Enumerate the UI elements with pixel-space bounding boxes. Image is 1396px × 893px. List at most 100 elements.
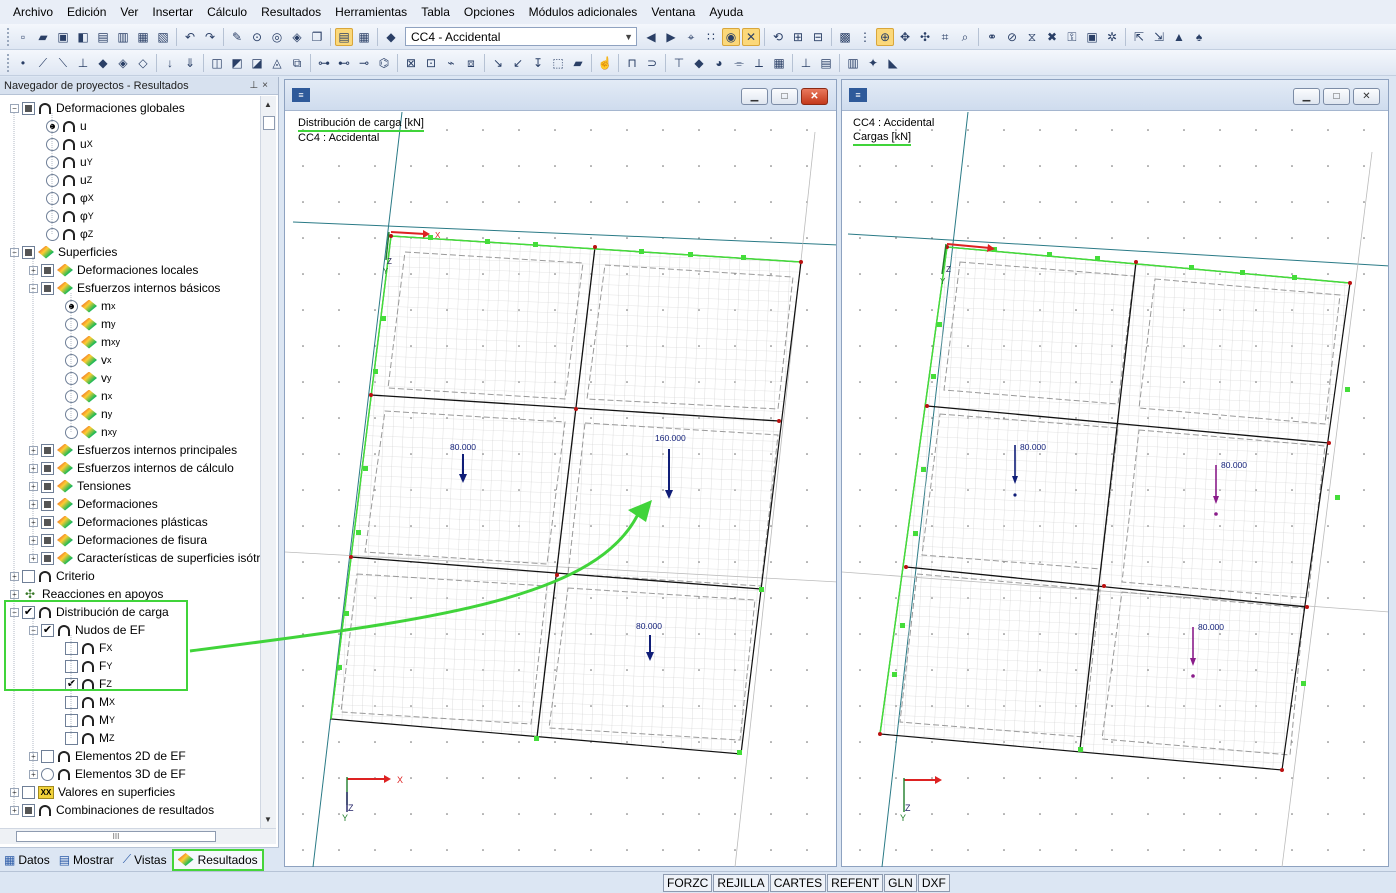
tree-item-vy[interactable]: vy xyxy=(65,369,112,387)
export-icon[interactable]: ⇱ xyxy=(1130,28,1148,46)
tree-item-my[interactable]: my xyxy=(65,315,116,333)
tree-item-esfuerzos-basicos[interactable]: − Esfuerzos internos básicos xyxy=(29,279,220,297)
nodes-icon[interactable]: ⋮ xyxy=(856,28,874,46)
tab-datos[interactable]: ▦ Datos xyxy=(0,849,54,871)
status-gln[interactable]: GLN xyxy=(884,874,917,892)
view-y-icon[interactable]: ↙ xyxy=(509,54,527,72)
redo-icon[interactable]: ↷ xyxy=(201,28,219,46)
radio-uz[interactable] xyxy=(46,173,59,187)
radio-ux[interactable] xyxy=(46,137,59,151)
save-icon[interactable]: ▤ xyxy=(94,28,112,46)
checkbox-criterio[interactable] xyxy=(22,569,35,583)
save-all-icon[interactable]: ◧ xyxy=(74,28,92,46)
scroll-up-icon[interactable]: ▲ xyxy=(264,100,272,109)
menu-insertar[interactable]: Insertar xyxy=(145,0,200,24)
tree-item-mx[interactable]: mx xyxy=(65,297,116,315)
opening-icon[interactable]: ◇ xyxy=(134,54,152,72)
move-icon[interactable]: ✥ xyxy=(896,28,914,46)
solid-icon[interactable]: ◈ xyxy=(114,54,132,72)
values-icon[interactable]: ∷ xyxy=(702,28,720,46)
section-cut-icon[interactable]: ⊥ xyxy=(797,54,815,72)
tree-item-uy[interactable]: uY xyxy=(46,153,93,171)
tree-item-deformaciones[interactable]: + Deformaciones xyxy=(29,495,158,513)
checkbox-deformaciones-fisura[interactable] xyxy=(41,533,54,547)
generate-load-icon[interactable]: ⧉ xyxy=(288,54,306,72)
print-icon[interactable]: ▦ xyxy=(134,28,152,46)
results-icon[interactable]: ⊸ xyxy=(355,54,373,72)
view-z-icon[interactable]: ↧ xyxy=(529,54,547,72)
graphic-canvas[interactable]: X Z Y X Z Y 80.000 160.000 80.000 Distri… xyxy=(285,112,836,867)
radio-phiy[interactable] xyxy=(46,209,59,223)
layer-icon[interactable]: ⊤ xyxy=(670,54,688,72)
collapse-icon[interactable]: − xyxy=(10,103,19,113)
checkbox-esfuerzos-principales[interactable] xyxy=(41,443,54,457)
close-button[interactable]: ✕ xyxy=(801,88,828,105)
expand-icon[interactable]: + xyxy=(29,265,38,275)
tree-item-deformaciones-fisura[interactable]: + Deformaciones de fisura xyxy=(29,531,207,549)
rotate-icon[interactable]: ⊘ xyxy=(1003,28,1021,46)
import-icon[interactable]: ⇲ xyxy=(1150,28,1168,46)
checkbox-my-moment[interactable] xyxy=(65,713,78,727)
tree-item-vx[interactable]: vx xyxy=(65,351,112,369)
menu-ver[interactable]: Ver xyxy=(113,0,145,24)
tree-item-deformaciones-plasticas[interactable]: + Deformaciones plásticas xyxy=(29,513,208,531)
collapse-icon[interactable]: − xyxy=(10,247,19,257)
previous-load-case-icon[interactable]: ◀ xyxy=(642,28,660,46)
tree-item-elementos-2d[interactable]: + Elementos 2D de EF xyxy=(29,747,186,765)
magic-icon[interactable]: ✦ xyxy=(864,54,882,72)
tree-item-mxy[interactable]: m xy xyxy=(65,333,120,351)
status-dxf[interactable]: DXF xyxy=(917,874,950,892)
menu-ayuda[interactable]: Ayuda xyxy=(702,0,750,24)
tree-item-phiy[interactable]: φY xyxy=(46,207,94,225)
expand-icon[interactable]: + xyxy=(10,787,19,797)
tree-item-phix[interactable]: φX xyxy=(46,189,94,207)
nodal-load-icon[interactable]: ↓ xyxy=(161,54,179,72)
checkbox-caracteristicas[interactable] xyxy=(41,551,54,565)
undo-icon[interactable]: ↶ xyxy=(181,28,199,46)
imposed-icon[interactable]: ◬ xyxy=(268,54,286,72)
target-icon[interactable]: ◎ xyxy=(268,28,286,46)
checkbox-deformaciones[interactable] xyxy=(41,497,54,511)
tree-item-valores-superficies[interactable]: + XX Valores en superficies xyxy=(10,783,175,801)
maximize-button[interactable]: □ xyxy=(771,88,798,105)
expand-icon[interactable]: + xyxy=(10,805,19,815)
radio-nxy[interactable] xyxy=(65,425,78,439)
view-iso-icon[interactable]: ⬚ xyxy=(549,54,567,72)
pdf-icon[interactable]: ▲ xyxy=(1170,28,1188,46)
expand-icon[interactable]: + xyxy=(29,517,38,527)
expand-icon[interactable]: + xyxy=(29,769,38,779)
menu-calculo[interactable]: Cálculo xyxy=(200,0,254,24)
view-x-icon[interactable]: ↘ xyxy=(489,54,507,72)
pin-close-icon[interactable]: ⊥× xyxy=(249,77,272,94)
radio-u[interactable] xyxy=(46,119,59,133)
tree-item-caracteristicas[interactable]: + Características de superficies isótr xyxy=(29,549,260,567)
tab-resultados[interactable]: Resultados xyxy=(171,848,264,871)
mirror-icon[interactable]: ⧖ xyxy=(1023,28,1041,46)
radio-mx[interactable] xyxy=(65,299,78,313)
expand-icon[interactable]: + xyxy=(29,445,38,455)
table-view-icon[interactable]: ▤ xyxy=(335,27,353,46)
color-icon[interactable]: ◆ xyxy=(690,54,708,72)
dimension-icon[interactable]: ⟂ xyxy=(750,54,768,72)
filter-icon[interactable]: ⌯ xyxy=(730,54,748,72)
checkbox-deformaciones-plasticas[interactable] xyxy=(41,515,54,529)
frame-icon[interactable]: ⊓ xyxy=(623,54,641,72)
measure-icon[interactable]: ⌕ xyxy=(956,28,974,46)
tree-horizontal-scrollbar[interactable]: III xyxy=(0,828,276,844)
tree-item-esfuerzos-calculo[interactable]: + Esfuerzos internos de cálculo xyxy=(29,459,234,477)
zoom-icon[interactable]: ⊙ xyxy=(248,28,266,46)
radio-elementos-3d[interactable] xyxy=(41,767,54,781)
status-rejilla[interactable]: REJILLA xyxy=(713,874,769,892)
acrobat-icon[interactable]: ♠ xyxy=(1190,28,1208,46)
expand-icon[interactable]: + xyxy=(29,553,38,563)
menu-opciones[interactable]: Opciones xyxy=(457,0,522,24)
radio-uy[interactable] xyxy=(46,155,59,169)
menu-tabla[interactable]: Tabla xyxy=(414,0,457,24)
link-icon[interactable]: ⊃ xyxy=(643,54,661,72)
new-file-icon[interactable]: ▫ xyxy=(14,28,32,46)
tree-item-my-moment[interactable]: MY xyxy=(65,711,115,729)
open-folder-icon[interactable]: ▰ xyxy=(34,28,52,46)
tree-item-mz-moment[interactable]: MZ xyxy=(65,729,115,747)
connect-icon[interactable]: ⚭ xyxy=(983,28,1001,46)
lock-icon[interactable]: ⚿ xyxy=(1063,28,1081,46)
